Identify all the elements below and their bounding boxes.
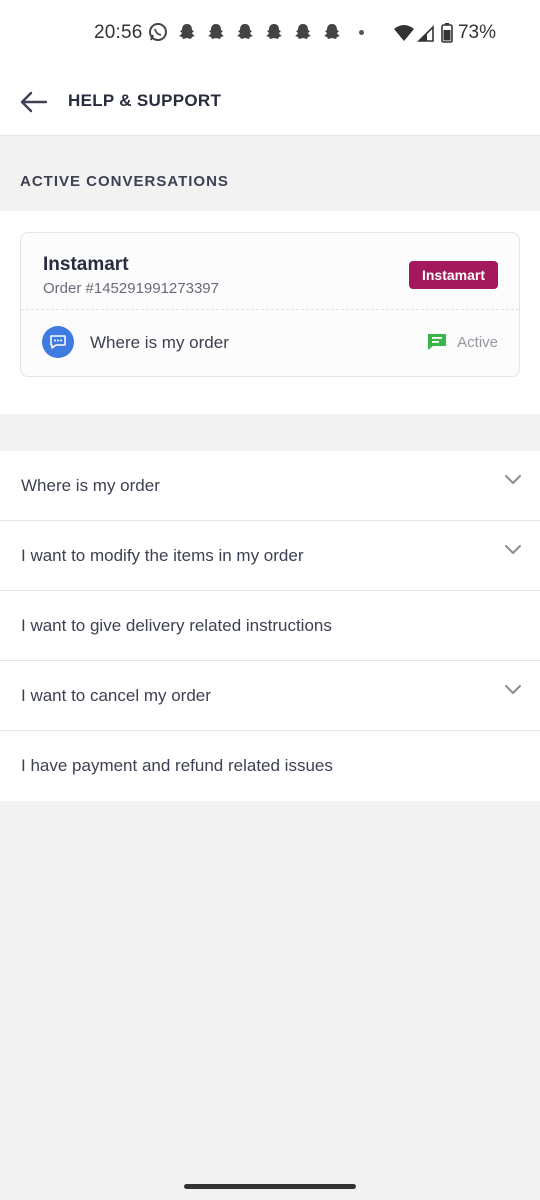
- conversation-card[interactable]: Instamart Order #145291991273397 Instama…: [20, 232, 520, 377]
- gesture-navigation-bar[interactable]: [184, 1184, 356, 1189]
- help-topic-label: I have payment and refund related issues: [21, 756, 333, 775]
- brand-badge: Instamart: [408, 261, 498, 289]
- whatsapp-icon: [149, 23, 167, 41]
- help-topic-label: I want to modify the items in my order: [21, 546, 304, 565]
- help-topic-cancel-order[interactable]: I want to cancel my order: [0, 661, 540, 731]
- more-notifications-dot: [359, 29, 364, 35]
- chevron-down-icon: [505, 545, 521, 554]
- status-bar: 20:56 73%: [0, 0, 540, 68]
- active-conversations-heading: ACTIVE CONVERSATIONS: [0, 136, 540, 211]
- battery-icon: [441, 23, 453, 43]
- snapchat-icon: [266, 24, 282, 39]
- active-chat-icon: [428, 334, 447, 350]
- snapchat-icon: [237, 24, 253, 39]
- help-topic-payment-refund[interactable]: I have payment and refund related issues: [0, 731, 540, 801]
- conversation-topic: Where is my order: [90, 333, 229, 352]
- help-topic-label: Where is my order: [21, 476, 160, 495]
- notification-icons: [148, 22, 364, 42]
- help-support-screen: 20:56 73% HELP & SUPPORT ACTIVE CONVERSA…: [0, 0, 540, 1200]
- chevron-down-icon: [505, 685, 521, 694]
- chevron-down-icon: [505, 475, 521, 484]
- chat-bubble-icon: [50, 335, 66, 349]
- conversation-row[interactable]: Where is my order Active: [21, 310, 519, 377]
- chat-avatar: [42, 326, 74, 358]
- snapchat-icon: [179, 24, 195, 39]
- help-topic-label: I want to cancel my order: [21, 686, 211, 705]
- section-heading-text: ACTIVE CONVERSATIONS: [20, 173, 229, 190]
- snapchat-icon: [208, 24, 224, 39]
- app-header: HELP & SUPPORT: [0, 68, 540, 136]
- order-number: Order #145291991273397: [43, 280, 219, 297]
- status-time: 20:56: [94, 22, 143, 43]
- help-topic-modify-items[interactable]: I want to modify the items in my order: [0, 521, 540, 591]
- system-status: 73%: [393, 22, 496, 44]
- help-topics-list: Where is my order I want to modify the i…: [0, 451, 540, 801]
- conversation-status: Active: [427, 333, 498, 351]
- wifi-icon: [393, 25, 414, 41]
- help-topic-delivery-instructions[interactable]: I want to give delivery related instruct…: [0, 591, 540, 661]
- help-topic-label: I want to give delivery related instruct…: [21, 616, 332, 635]
- snapchat-icon: [324, 24, 340, 39]
- battery-percent: 73%: [457, 22, 496, 43]
- snapchat-icon: [295, 24, 311, 39]
- back-button[interactable]: [18, 87, 50, 117]
- conversation-brand: Instamart: [43, 254, 129, 275]
- signal-icon: [417, 25, 434, 42]
- page-title: HELP & SUPPORT: [68, 91, 222, 110]
- arrow-left-icon: [20, 91, 48, 113]
- active-conversations-area: Instamart Order #145291991273397 Instama…: [0, 211, 540, 414]
- status-label: Active: [457, 333, 498, 351]
- help-topic-where-is-my-order[interactable]: Where is my order: [0, 451, 540, 521]
